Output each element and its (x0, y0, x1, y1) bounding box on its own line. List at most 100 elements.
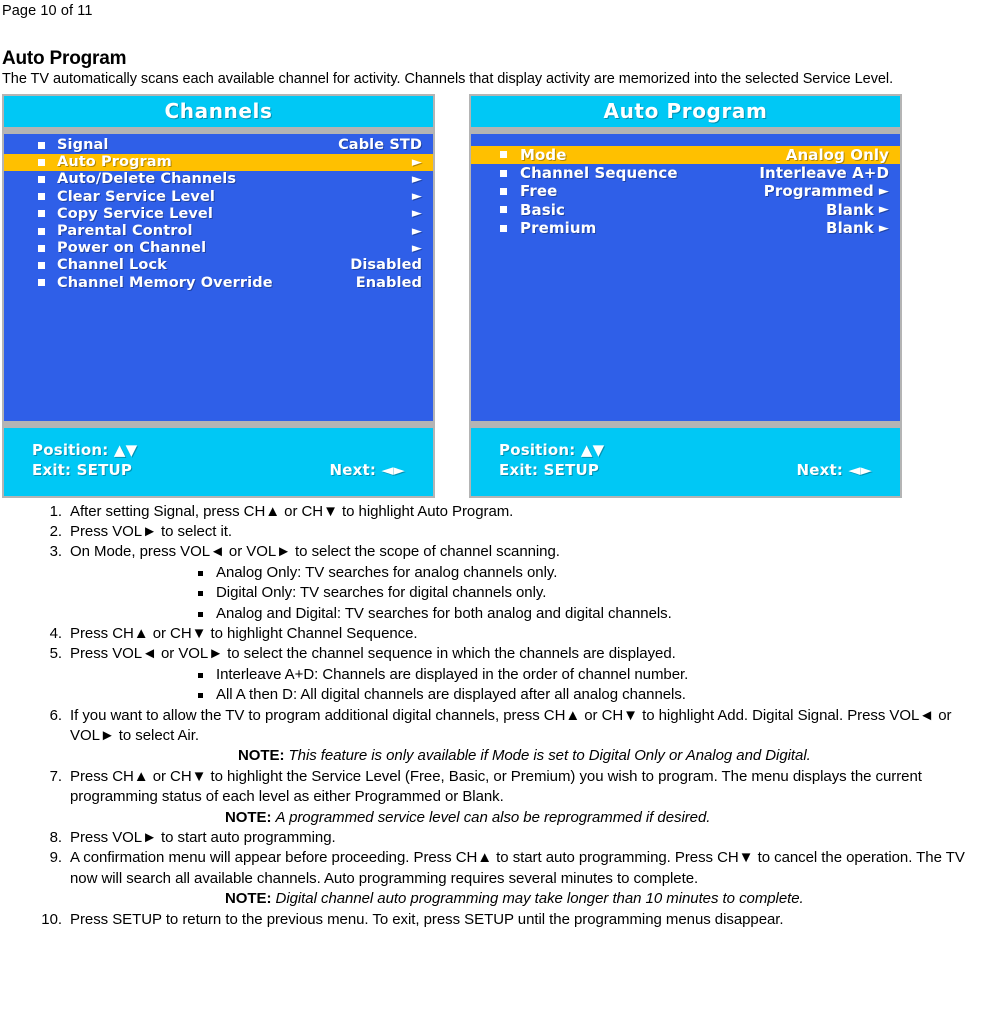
step-text: A confirmation menu will appear before p… (70, 849, 965, 887)
chevron-right-icon: ► (411, 206, 422, 222)
step-number: 6. (49, 706, 62, 724)
osd-footer-exit-hint: Exit: SETUP (32, 460, 133, 479)
instruction-step: 2. Press VOL► to select it. (0, 522, 986, 542)
instruction-step: 6. If you want to allow the TV to program… (0, 706, 986, 767)
square-bullet-icon (38, 158, 45, 166)
osd-footer-exit-hint: Exit: SETUP (499, 460, 600, 479)
osd-footer-next-hint: Next: ◄► (796, 460, 872, 479)
osd-menu-row[interactable]: Premium Blank ► (471, 219, 900, 237)
osd-menu-row[interactable]: Channel Sequence Interleave A+D (471, 164, 900, 182)
step-number: 3. (49, 543, 62, 561)
osd-menu-row-label: Auto/Delete Channels (57, 171, 237, 188)
osd-footer: Position: ▲▼ Exit: SETUP Next: ◄► (4, 427, 433, 496)
page-title: Auto Program (2, 48, 127, 69)
step-text: Press SETUP to return to the previous me… (70, 910, 784, 928)
chevron-right-icon: ► (411, 171, 422, 187)
osd-menu-row-label: Premium (520, 219, 597, 238)
step-text: Press CH▲ or CH▼ to highlight Channel Se… (70, 624, 418, 642)
osd-title-divider (4, 126, 433, 134)
instruction-step: 1. After setting Signal, press CH▲ or CH▼… (0, 502, 986, 522)
osd-menu-row-label: Channel Sequence (520, 164, 678, 183)
square-bullet-icon (198, 672, 203, 678)
osd-menu-row-value: Enabled (355, 274, 422, 291)
page-number-header: Page 10 of 11 (2, 3, 93, 19)
step-number: 8. (49, 829, 62, 846)
chevron-right-icon: ► (878, 202, 889, 218)
instruction-step: 9. A confirmation menu will appear before… (0, 848, 986, 909)
step-subitem-text: Analog and Digital: TV searches for both… (216, 604, 672, 622)
square-bullet-icon (500, 187, 507, 195)
step-number: 1. (49, 502, 62, 520)
square-bullet-icon (198, 611, 203, 617)
step-text: On Mode, press VOL◄ or VOL► to select th… (70, 543, 560, 561)
osd-menu-row[interactable]: Auto/Delete Channels ► (4, 171, 433, 188)
step-number: 10. (41, 910, 62, 928)
step-subitem: Digital Only: TV searches for digital ch… (70, 583, 984, 603)
square-bullet-icon (500, 206, 507, 214)
osd-footer-position-hint: Position: ▲▼ (499, 440, 605, 459)
note-label: NOTE: (238, 747, 285, 765)
step-number: 2. (49, 522, 62, 540)
osd-footer-position-hint: Position: ▲▼ (32, 440, 138, 459)
osd-menu-list: Mode Analog Only Channel Sequence Interleav… (471, 133, 900, 421)
osd-menu-row-value: Disabled (350, 257, 422, 274)
osd-panel-channels-menu: Channels Signal Cable STD Auto Program ► Auto… (2, 93, 435, 498)
osd-menu-row[interactable]: Free Programmed ► (471, 182, 900, 200)
square-bullet-icon (38, 193, 45, 201)
osd-menu-list: Signal Cable STD Auto Program ► Auto/Delete … (4, 133, 433, 421)
osd-menu-row-selected[interactable]: Auto Program ► (4, 153, 433, 171)
step-sublist: Analog Only: TV searches for analog chan… (70, 563, 984, 624)
osd-footer-divider (4, 420, 433, 428)
instruction-step: 4. Press CH▲ or CH▼ to highlight Channel … (0, 624, 986, 644)
square-bullet-icon (38, 227, 45, 235)
osd-menu-row-label: Parental Control (57, 223, 193, 240)
osd-menu-row[interactable]: Parental Control ► (4, 222, 433, 239)
osd-menu-row-value: Blank (826, 219, 874, 238)
step-subitem-text: Digital Only: TV searches for digital ch… (216, 584, 547, 602)
osd-menu-row-value: Programmed (763, 182, 874, 201)
step-subitem: Interleave A+D: Channels are displayed i… (70, 665, 984, 685)
osd-title: Channels (4, 95, 433, 127)
chevron-right-icon: ► (878, 183, 889, 199)
step-subitem-text: All A then D: All digital channels are d… (216, 686, 686, 704)
chevron-right-icon: ► (411, 189, 422, 205)
osd-menu-row-label: Channel Memory Override (57, 274, 273, 291)
osd-screenshots-group: Channels Signal Cable STD Auto Program ► Auto… (0, 93, 986, 502)
osd-menu-row-label: Basic (520, 200, 566, 219)
square-bullet-icon (198, 570, 203, 576)
step-number: 4. (49, 624, 62, 642)
square-bullet-icon (38, 244, 45, 252)
osd-menu-row[interactable]: Signal Cable STD (4, 137, 433, 154)
osd-footer-next-hint: Next: ◄► (329, 460, 405, 479)
step-number: 7. (49, 767, 62, 785)
osd-menu-row[interactable]: Channel Memory Override Enabled (4, 274, 433, 291)
osd-panel-auto-program-menu: Auto Program Mode Analog Only Channel Seque… (469, 93, 902, 498)
square-bullet-icon (500, 224, 507, 232)
step-text: If you want to allow the TV to program a… (70, 706, 952, 744)
osd-menu-row-label: Auto Program (57, 154, 172, 171)
square-bullet-icon (500, 151, 507, 159)
square-bullet-icon (38, 261, 45, 269)
instruction-steps-list: 1. After setting Signal, press CH▲ or CH▼… (0, 502, 986, 931)
osd-title: Auto Program (471, 95, 900, 127)
instruction-step: 8. Press VOL► to start auto programming. (0, 828, 986, 848)
step-number: 9. (49, 849, 62, 867)
osd-footer: Position: ▲▼ Exit: SETUP Next: ◄► (471, 427, 900, 496)
osd-menu-row-value: Cable STD (338, 137, 422, 154)
osd-menu-row-label: Clear Service Level (57, 188, 215, 205)
osd-menu-row[interactable]: Basic Blank ► (471, 201, 900, 219)
osd-menu-row[interactable]: Clear Service Level ► (4, 188, 433, 205)
instruction-step: 5. Press VOL◄ or VOL► to select the chann… (0, 644, 986, 705)
osd-menu-row[interactable]: Power on Channel ► (4, 240, 433, 257)
osd-menu-row[interactable]: Copy Service Level ► (4, 205, 433, 222)
instruction-step: 3. On Mode, press VOL◄ or VOL► to select … (0, 542, 986, 624)
step-note: NOTE: A programmed service level can als… (70, 808, 984, 828)
osd-menu-row-label: Free (520, 182, 558, 201)
osd-menu-row-label: Mode (520, 145, 567, 164)
square-bullet-icon (500, 169, 507, 177)
instruction-step: 7. Press CH▲ or CH▼ to highlight the Serv… (0, 767, 986, 828)
osd-menu-row-selected[interactable]: Mode Analog Only (471, 145, 900, 164)
step-subitem-text: Analog Only: TV searches for analog chan… (216, 563, 558, 581)
chevron-right-icon: ► (411, 223, 422, 239)
osd-menu-row[interactable]: Channel Lock Disabled (4, 257, 433, 274)
